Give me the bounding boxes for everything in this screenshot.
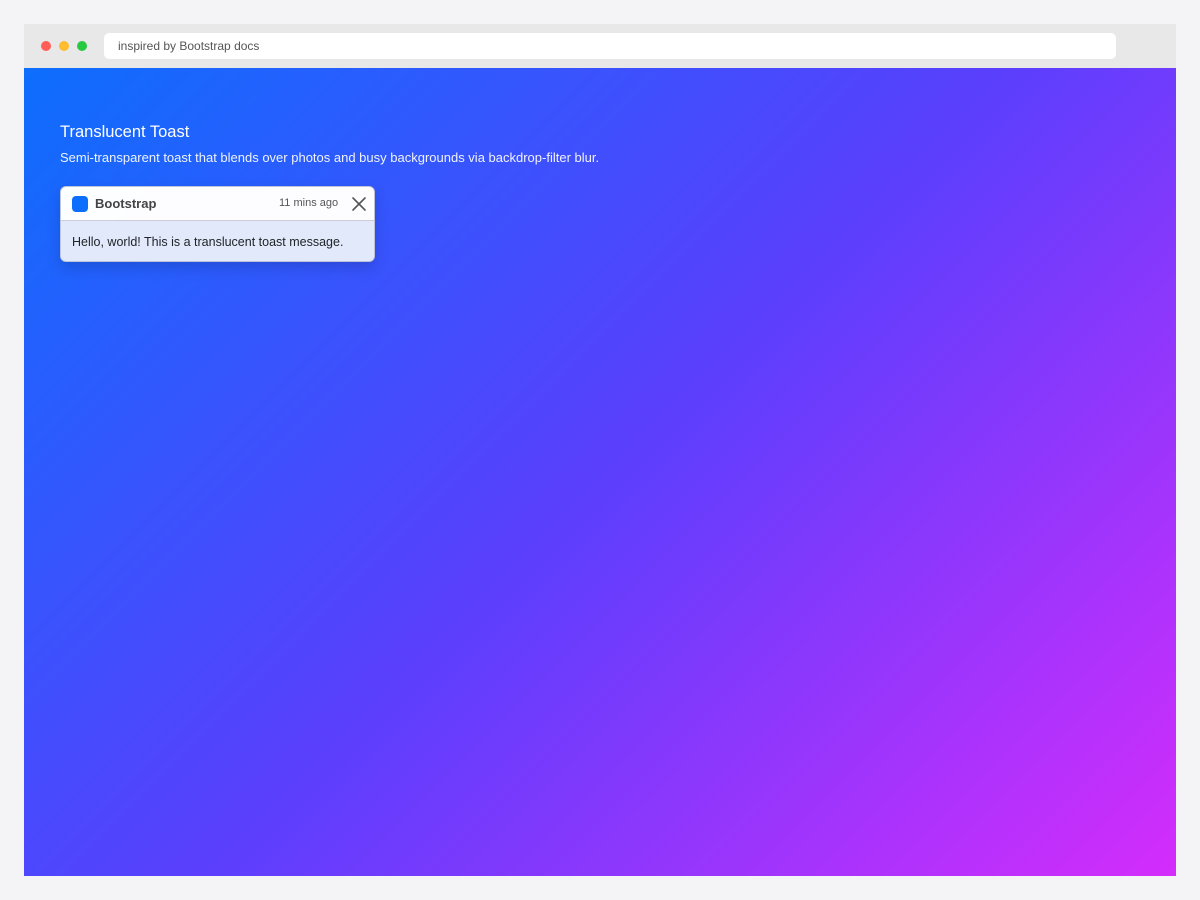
brand-square-icon [72,196,88,212]
toast-timestamp: 11 mins ago [279,197,339,209]
window-maximize-button[interactable] [77,41,87,51]
close-icon [352,197,366,211]
toast-close-button[interactable] [350,195,368,213]
page-description: Semi-transparent toast that blends over … [60,150,600,165]
page-content: Translucent Toast Semi-transparent toast… [24,68,1176,876]
translucent-toast: Bootstrap 11 mins ago Hello, world! This… [60,186,375,262]
toast-header: Bootstrap 11 mins ago [61,187,374,221]
page-title: Translucent Toast [60,123,190,141]
toast-title: Bootstrap [95,196,157,211]
toast-body: Hello, world! This is a translucent toas… [61,222,374,261]
window-close-button[interactable] [41,41,51,51]
address-bar[interactable]: inspired by Bootstrap docs [104,33,1116,59]
browser-window: inspired by Bootstrap docs Translucent T… [24,24,1176,876]
window-minimize-button[interactable] [59,41,69,51]
browser-titlebar: inspired by Bootstrap docs [24,24,1176,68]
